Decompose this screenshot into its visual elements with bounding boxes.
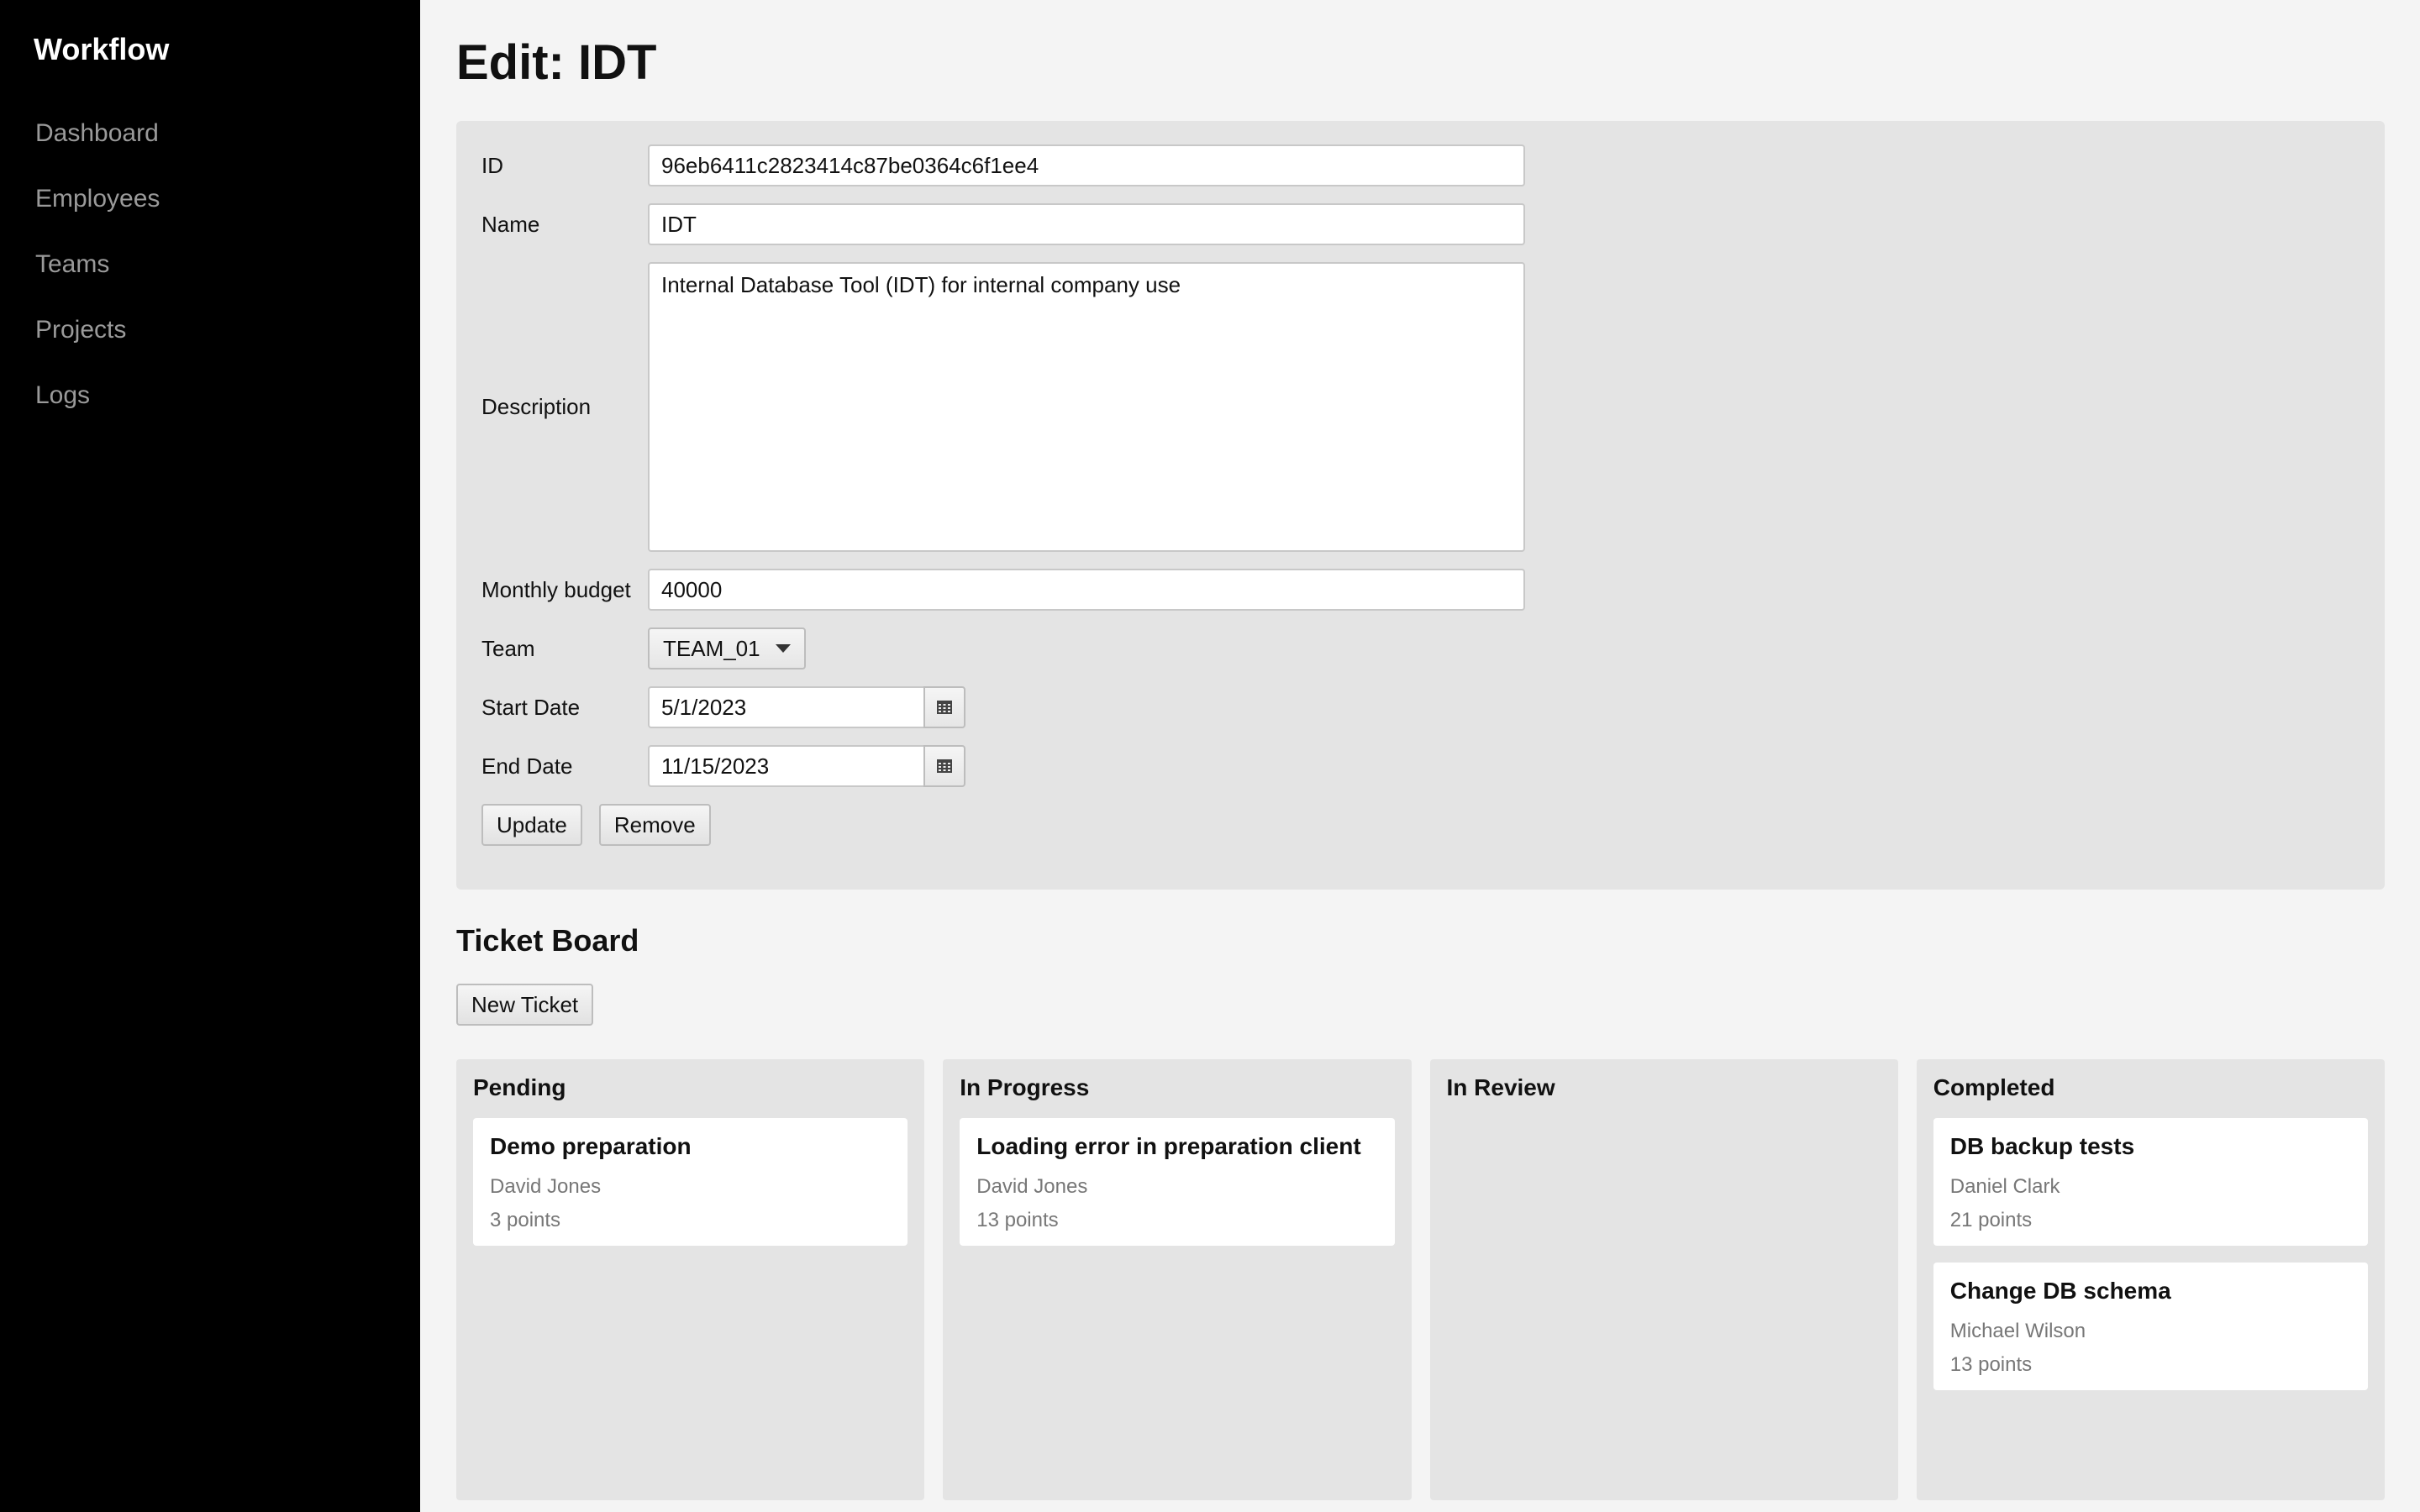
end-date-picker xyxy=(648,745,965,787)
ticket-assignee: David Jones xyxy=(976,1175,1088,1198)
form-actions: Update Remove xyxy=(481,804,2360,846)
ticket-assignee: Daniel Clark xyxy=(1949,1175,2060,1198)
start-date-picker xyxy=(648,686,965,728)
team-select[interactable]: TEAM_01 xyxy=(648,627,806,669)
column-title: In Progress xyxy=(960,1074,1090,1100)
ticket-card[interactable]: Loading error in preparation client Davi… xyxy=(960,1118,1395,1246)
ticket-card[interactable]: Demo preparation David Jones 3 points xyxy=(473,1118,908,1246)
sidebar-item-dashboard[interactable]: Dashboard xyxy=(34,101,387,166)
column-title: Completed xyxy=(1933,1074,2055,1100)
ticket-title: DB backup tests xyxy=(1949,1133,2135,1159)
id-row: ID xyxy=(481,144,2360,186)
column-title: In Review xyxy=(1446,1074,1555,1100)
ticket-title: Demo preparation xyxy=(490,1133,692,1159)
start-date-row: Start Date xyxy=(481,686,2360,728)
description-field[interactable]: Internal Database Tool (IDT) for interna… xyxy=(648,262,1525,552)
column-completed: Completed DB backup tests Daniel Clark 2… xyxy=(1916,1059,2385,1500)
team-select-value: TEAM_01 xyxy=(663,635,760,661)
ticket-points: 3 points xyxy=(490,1209,561,1231)
page-title: Edit: IDT xyxy=(456,35,657,90)
end-date-field[interactable] xyxy=(648,745,923,787)
end-date-label: End Date xyxy=(481,753,573,779)
sidebar-item-teams[interactable]: Teams xyxy=(34,232,387,297)
end-date-row: End Date xyxy=(481,745,2360,787)
column-title: Pending xyxy=(473,1074,566,1100)
id-field[interactable] xyxy=(648,144,1525,186)
ticket-board: Pending Demo preparation David Jones 3 p… xyxy=(456,1059,2385,1500)
chevron-down-icon xyxy=(775,644,791,653)
start-date-field[interactable] xyxy=(648,686,923,728)
name-field[interactable] xyxy=(648,203,1525,245)
name-row: Name xyxy=(481,203,2360,245)
brand-logo[interactable]: Workflow xyxy=(34,32,387,67)
id-label: ID xyxy=(481,152,503,178)
ticket-assignee: Michael Wilson xyxy=(1949,1320,2086,1342)
remove-button[interactable]: Remove xyxy=(598,804,711,846)
sidebar-item-logs[interactable]: Logs xyxy=(34,363,387,428)
start-date-calendar-button[interactable] xyxy=(923,686,965,728)
calendar-icon xyxy=(937,701,952,714)
new-ticket-button[interactable]: New Ticket xyxy=(456,984,594,1026)
sidebar-item-projects[interactable]: Projects xyxy=(34,297,387,363)
update-button[interactable]: Update xyxy=(481,804,582,846)
budget-label: Monthly budget xyxy=(481,576,631,602)
ticket-assignee: David Jones xyxy=(490,1175,602,1198)
calendar-icon xyxy=(937,759,952,773)
sidebar-item-employees[interactable]: Employees xyxy=(34,166,387,232)
ticket-card[interactable]: Change DB schema Michael Wilson 13 point… xyxy=(1933,1263,2368,1390)
ticket-points: 21 points xyxy=(1949,1209,2033,1231)
column-in-review: In Review xyxy=(1429,1059,1898,1500)
start-date-label: Start Date xyxy=(481,694,581,720)
ticket-points: 13 points xyxy=(976,1209,1059,1231)
budget-row: Monthly budget xyxy=(481,569,2360,611)
ticket-points: 13 points xyxy=(1949,1353,2033,1376)
team-label: Team xyxy=(481,635,535,661)
main-content: Edit: IDT ID Name Description Internal D… xyxy=(420,0,2420,1512)
description-row: Description Internal Database Tool (IDT)… xyxy=(481,262,2360,552)
sidebar: Workflow Dashboard Employees Teams Proje… xyxy=(0,0,420,1512)
team-row: Team TEAM_01 xyxy=(481,627,2360,669)
ticket-board-title: Ticket Board xyxy=(456,923,639,958)
budget-field[interactable] xyxy=(648,569,1525,611)
project-form: ID Name Description Internal Database To… xyxy=(456,121,2385,890)
column-in-progress: In Progress Loading error in preparation… xyxy=(943,1059,1412,1500)
name-label: Name xyxy=(481,211,540,237)
ticket-title: Change DB schema xyxy=(1949,1278,2171,1304)
ticket-card[interactable]: DB backup tests Daniel Clark 21 points xyxy=(1933,1118,2368,1246)
column-pending: Pending Demo preparation David Jones 3 p… xyxy=(456,1059,925,1500)
ticket-title: Loading error in preparation client xyxy=(976,1133,1361,1159)
end-date-calendar-button[interactable] xyxy=(923,745,965,787)
description-label: Description xyxy=(481,394,592,419)
